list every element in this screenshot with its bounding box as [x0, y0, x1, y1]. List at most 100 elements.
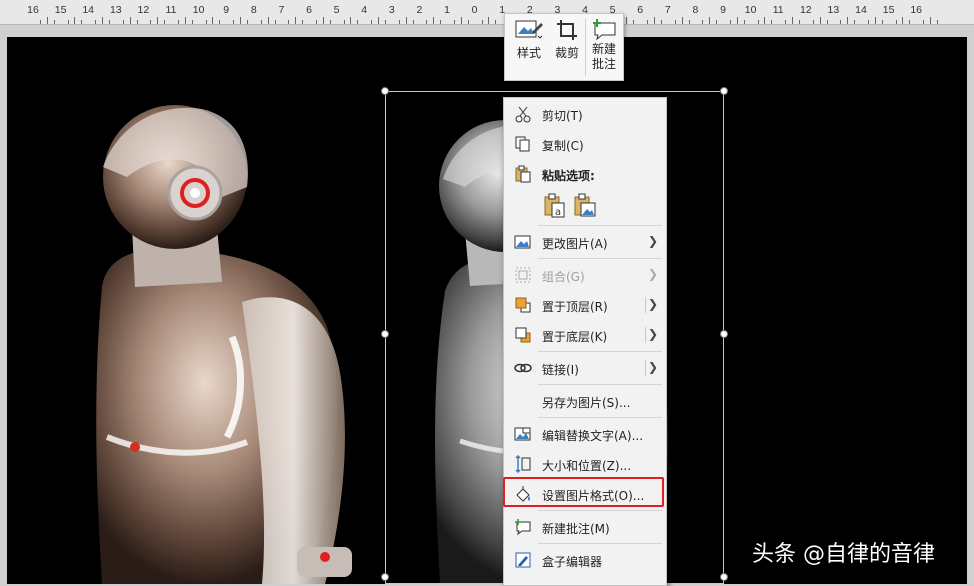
- ruler-tick: [371, 20, 373, 24]
- ruler-tick: [433, 17, 435, 24]
- menu-separator: [538, 543, 662, 544]
- menu-item-new-comment[interactable]: 新建批注(M): [504, 513, 666, 541]
- ruler-label: 12: [799, 4, 812, 16]
- ruler-tick: [847, 17, 849, 24]
- ruler-tick: [426, 20, 428, 24]
- ruler-tick: [874, 17, 876, 24]
- robot-picture-left[interactable]: [7, 37, 387, 584]
- ruler-tick: [936, 20, 938, 24]
- ruler-tick: [274, 20, 276, 24]
- submenu-divider: [645, 327, 646, 343]
- watermark-text: 头条 @自律的音律: [752, 542, 935, 567]
- resize-handle-top-right[interactable]: [720, 87, 728, 95]
- menu-label-group: 组合(G): [542, 270, 585, 284]
- alt-text-icon: [514, 427, 531, 441]
- resize-handle-bottom-right[interactable]: [720, 573, 728, 581]
- paste-picture-icon: [574, 193, 596, 217]
- ruler-tick: [881, 20, 883, 24]
- ruler-tick: [660, 20, 662, 24]
- ruler-tick: [205, 20, 207, 24]
- new-comment-icon: [515, 519, 531, 536]
- resize-handle-top-left[interactable]: [381, 87, 389, 95]
- ruler-label: 14: [82, 4, 95, 16]
- ruler-tick: [909, 20, 911, 24]
- ruler-label: 11: [165, 4, 177, 16]
- new-comment-icon: [593, 19, 616, 41]
- new-comment-button[interactable]: 新建 批注: [587, 14, 621, 80]
- menu-label-box-editor: 盒子编辑器: [542, 555, 603, 569]
- new-comment-label-line1: 新建: [591, 42, 616, 56]
- ruler-tick: [405, 17, 407, 24]
- resize-handle-right[interactable]: [720, 330, 728, 338]
- ruler-tick: [322, 17, 324, 24]
- menu-separator: [538, 258, 662, 259]
- copy-icon: [515, 136, 530, 152]
- ruler-tick: [108, 20, 110, 24]
- ruler-tick: [729, 20, 731, 24]
- ruler-tick: [757, 20, 759, 24]
- submenu-arrow-icon[interactable]: ❯: [648, 360, 658, 374]
- paste-icon: [515, 165, 531, 183]
- ruler-tick: [74, 17, 76, 24]
- ruler-label: 14: [855, 4, 867, 16]
- paste-option-keep-text[interactable]: a: [542, 193, 566, 219]
- ruler-tick: [378, 17, 379, 24]
- menu-label-link: 链接(I): [542, 363, 579, 377]
- crop-label: 裁剪: [554, 46, 579, 60]
- ruler-label: 6: [637, 4, 644, 16]
- ruler-tick: [702, 20, 704, 24]
- menu-item-change-picture[interactable]: 更改图片(A) ❯: [504, 228, 666, 256]
- menu-item-cut[interactable]: 剪切(T): [504, 100, 666, 128]
- menu-item-edit-alt-text[interactable]: 编辑替换文字(A)...: [504, 420, 666, 448]
- ruler-label: 3: [388, 4, 395, 16]
- ruler-tick: [688, 20, 690, 24]
- ruler-tick: [233, 20, 235, 24]
- ruler-tick: [150, 20, 152, 24]
- submenu-arrow-icon[interactable]: ❯: [648, 327, 658, 341]
- ruler-label: 0: [471, 4, 478, 16]
- menu-label-save-as-picture: 另存为图片(S)...: [542, 396, 631, 410]
- ruler-tick: [826, 20, 828, 24]
- submenu-arrow-icon: ❯: [647, 234, 658, 248]
- ruler-tick: [260, 20, 262, 24]
- ruler-tick: [930, 17, 931, 24]
- ruler-tick: [743, 20, 745, 24]
- ruler-tick: [357, 20, 359, 24]
- submenu-arrow-icon: ❯: [647, 267, 658, 281]
- menu-label-paste-options: 粘贴选项:: [542, 169, 595, 183]
- menu-label-send-to-back: 置于底层(K): [542, 330, 608, 344]
- link-icon: [514, 363, 532, 373]
- ruler-label: 11: [772, 4, 784, 16]
- ruler-label: 16: [910, 4, 923, 16]
- ruler-label: 8: [692, 4, 699, 16]
- ruler-tick: [81, 20, 83, 24]
- ruler-tick: [102, 17, 103, 24]
- ruler-tick: [343, 20, 345, 24]
- menu-item-save-as-picture[interactable]: 另存为图片(S)...: [504, 387, 666, 415]
- menu-item-bring-to-front[interactable]: 置于顶层(R) ❯: [504, 291, 666, 319]
- format-picture-highlight: [503, 477, 664, 507]
- style-button[interactable]: 样式: [509, 14, 549, 80]
- menu-item-box-editor[interactable]: 盒子编辑器: [504, 546, 666, 574]
- menu-item-link[interactable]: 链接(I) ❯: [504, 354, 666, 382]
- ruler-tick: [709, 17, 711, 24]
- ruler-tick: [240, 17, 241, 24]
- crop-button[interactable]: 裁剪: [549, 14, 585, 80]
- resize-handle-left[interactable]: [381, 330, 389, 338]
- ruler-tick: [867, 20, 869, 24]
- menu-separator: [538, 384, 662, 385]
- menu-separator: [538, 225, 662, 226]
- menu-item-send-to-back[interactable]: 置于底层(K) ❯: [504, 321, 666, 349]
- resize-handle-bottom-left[interactable]: [381, 573, 389, 581]
- ruler-tick: [136, 20, 138, 24]
- change-picture-icon: [514, 235, 531, 249]
- paste-option-picture[interactable]: [572, 193, 596, 219]
- ruler-tick: [288, 20, 290, 24]
- ruler-tick: [184, 17, 186, 24]
- menu-label-size-and-position: 大小和位置(Z)...: [542, 459, 632, 473]
- submenu-arrow-icon[interactable]: ❯: [648, 297, 658, 311]
- menu-item-copy[interactable]: 复制(C): [504, 130, 666, 158]
- menu-item-size-and-position[interactable]: 大小和位置(Z)...: [504, 450, 666, 478]
- ruler-tick: [122, 20, 124, 24]
- menu-item-group[interactable]: 组合(G) ❯: [504, 261, 666, 289]
